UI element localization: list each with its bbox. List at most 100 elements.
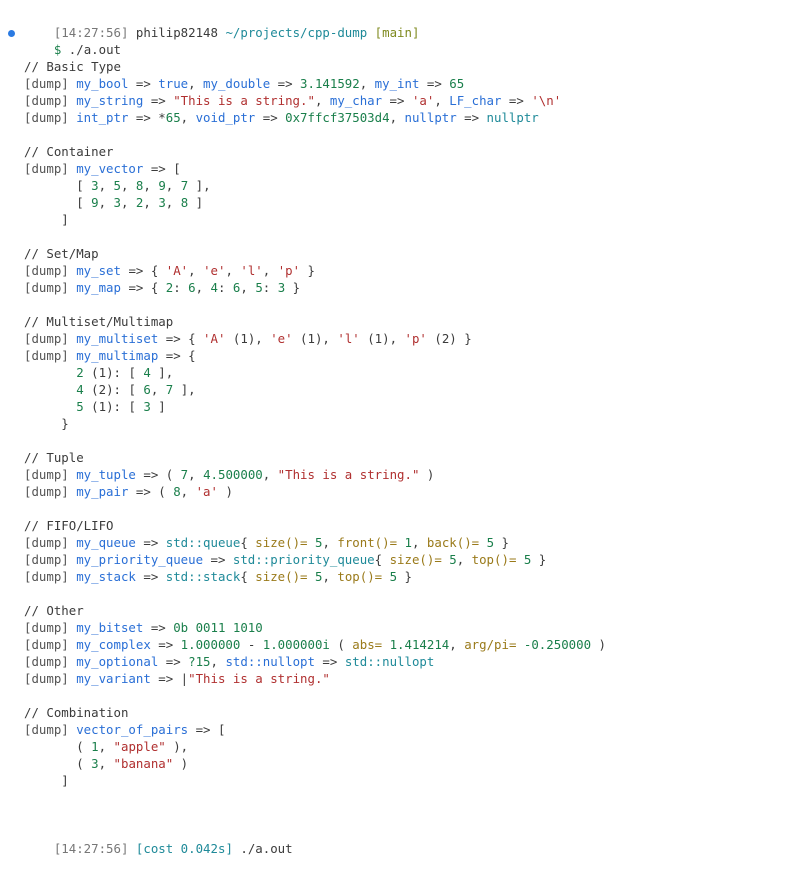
output-line: 4 (2): [ 6, 7 ], [0,381,800,398]
output-line: [dump] int_ptr => *65, void_ptr => 0x7ff… [0,109,800,126]
prompt-command-line[interactable]: $ ./a.out [0,24,800,57]
output-token: vector_of_pairs [76,722,189,737]
output-token [382,637,389,652]
output-token: { [150,263,166,278]
output-token: ( [165,467,181,482]
output-token: , [98,739,114,754]
output-token: my_priority_queue [76,552,204,567]
output-token: size()= [255,535,308,550]
output-token: [dump] [24,76,77,91]
output-token: , [150,382,166,397]
output-token: => [128,484,159,499]
output-token: , [240,280,256,295]
output-token: arg/pi= [464,637,517,652]
output-token: my_optional [76,654,159,669]
output-token: 1.000000 [180,637,241,652]
output-token: ) [217,484,233,499]
output-token: => [188,722,218,737]
output-token: top()= [471,552,517,567]
output-token: => [456,110,487,125]
output-token: 0b 0011 1010 [173,620,263,635]
output-token: [dump] [24,331,77,346]
output-token: back()= [426,535,480,550]
output-token: , [188,76,204,91]
output-token: => [120,280,151,295]
output-token [516,637,523,652]
output-token: "apple" [113,739,166,754]
output-token: 9 [158,178,166,193]
output-line: [dump] my_vector => [ [0,160,800,177]
output-token: => [314,654,345,669]
output-line: 5 (1): [ 3 ] [0,398,800,415]
output-token: { [188,348,196,363]
output-token: 3 [113,195,121,210]
output-token: 5 [449,552,457,567]
output-token: 0x7ffcf37503d4 [285,110,390,125]
output-line: [ 9, 3, 2, 3, 8 ] [0,194,800,211]
output-token: 6 [188,280,196,295]
output-token: , [188,263,204,278]
prompt-header-line: [14:27:56] philip82148 ~/projects/cpp-du… [0,7,800,40]
terminal-output: // Basic Type [dump] my_bool => true, my_… [0,41,800,823]
output-token: { [374,552,390,567]
output-token: ( [24,739,92,754]
output-token: "This is a string." [277,467,420,482]
output-line: [dump] my_complex => 1.000000 - 1.000000… [0,636,800,653]
output-token: } [494,535,509,550]
output-token: my_variant [76,671,151,686]
terminal-window[interactable]: [14:27:56] philip82148 ~/projects/cpp-du… [0,0,800,856]
output-token: } [531,552,547,567]
output-token: 'l' [240,263,263,278]
output-token: // Container [24,144,114,159]
output-token: ] [150,399,166,414]
output-token [24,365,76,380]
output-token: my_multimap [76,348,159,363]
output-line: // Set/Map [0,245,800,262]
output-token: [ [24,178,92,193]
output-line: ] [0,772,800,789]
output-token: 'e' [270,331,293,346]
output-token: ] [24,212,69,227]
output-token: , [322,535,338,550]
output-token: 'e' [203,263,226,278]
output-token [308,535,315,550]
output-token: , [314,93,330,108]
output-token: } [300,263,315,278]
output-token: => [382,93,412,108]
output-line: 2 (1): [ 4 ], [0,364,800,381]
output-token: , [322,569,338,584]
footer-cost-badge: [cost 0.042s] [135,841,233,856]
output-token: 1.414214 [389,637,450,652]
output-token: my_pair [76,484,129,499]
output-token: 6 [143,382,151,397]
output-token: , [180,110,196,125]
output-token: (1), [292,331,338,346]
output-token: 9 [91,195,99,210]
output-token: [dump] [24,637,77,652]
output-token: , [143,178,159,193]
output-token: std::stack [165,569,241,584]
output-token: , [143,195,159,210]
output-token: [dump] [24,93,77,108]
output-token: "This is a string." [188,671,330,686]
output-line: [dump] my_bool => true, my_double => 3.1… [0,75,800,92]
output-token: [dump] [24,263,77,278]
output-line: [dump] my_queue => std::queue{ size()= 5… [0,534,800,551]
output-token: * [158,110,166,125]
output-token: "banana" [113,756,174,771]
output-token: // Multiset/Multimap [24,314,174,329]
output-line: [dump] my_set => { 'A', 'e', 'l', 'p' } [0,262,800,279]
output-token: my_string [76,93,144,108]
output-token: my_int [374,76,420,91]
output-token: my_char [329,93,383,108]
output-token: front()= [337,535,398,550]
output-token: => [158,654,189,669]
output-token: ) [173,756,189,771]
output-token: my_set [76,263,121,278]
output-token: , [195,280,211,295]
output-line: [dump] vector_of_pairs => [ [0,721,800,738]
output-token: 4.500000 [203,467,263,482]
